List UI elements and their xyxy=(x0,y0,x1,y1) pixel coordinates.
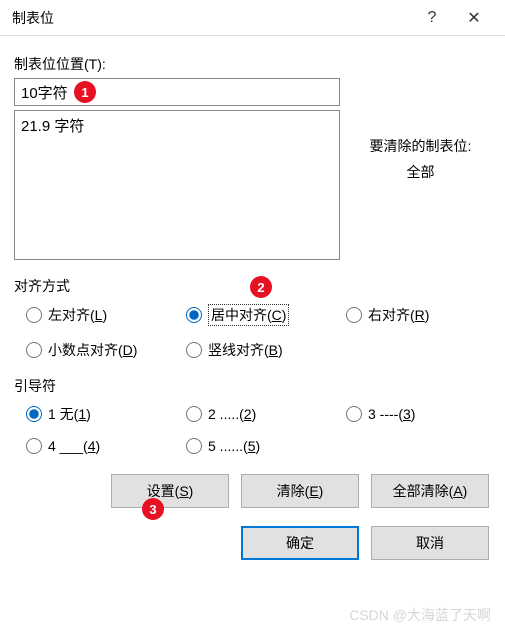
help-button[interactable]: ? xyxy=(411,3,453,33)
action-button-row: 设置(S) 清除(E) 全部清除(A) 3 xyxy=(14,474,491,508)
radio-label: 左对齐(L) xyxy=(48,305,107,325)
tab-position-input[interactable] xyxy=(14,78,340,106)
align-decimal-radio[interactable]: 小数点对齐(D) xyxy=(26,340,186,360)
radio-label: 4 ___(4) xyxy=(48,438,100,454)
leader-none-radio[interactable]: 1 无(1) xyxy=(26,404,186,424)
window-title: 制表位 xyxy=(12,8,411,28)
help-icon: ? xyxy=(428,9,437,27)
clear-hint-line2: 全部 xyxy=(407,162,435,182)
radio-label: 竖线对齐(B) xyxy=(208,340,283,360)
radio-label: 3 ----(3) xyxy=(368,406,415,422)
leader-underline-radio[interactable]: 4 ___(4) xyxy=(26,438,186,454)
radio-label: 右对齐(R) xyxy=(368,305,429,325)
set-button[interactable]: 设置(S) xyxy=(111,474,229,508)
close-icon: ✕ xyxy=(467,8,480,28)
leader-middots-radio[interactable]: 5 ......(5) xyxy=(186,438,346,454)
annotation-marker-3: 3 xyxy=(142,498,164,520)
close-button[interactable]: ✕ xyxy=(453,3,495,33)
dialog-button-row: 确定 取消 xyxy=(14,526,491,560)
align-center-radio[interactable]: 居中对齐(C) 2 xyxy=(186,304,346,326)
clear-hint-line1: 要清除的制表位: xyxy=(370,136,472,156)
leader-group: 1 无(1) 2 .....(2) 3 ----(3) 4 ___(4) 5 .… xyxy=(14,404,491,454)
alignment-group: 左对齐(L) 居中对齐(C) 2 右对齐(R) 小数点对齐(D) 竖线对齐(B) xyxy=(14,304,491,360)
leader-dots-radio[interactable]: 2 .....(2) xyxy=(186,404,346,424)
align-left-radio[interactable]: 左对齐(L) xyxy=(26,304,186,326)
titlebar: 制表位 ? ✕ xyxy=(0,0,505,36)
radio-label: 居中对齐(C) xyxy=(208,304,289,326)
align-right-radio[interactable]: 右对齐(R) xyxy=(346,304,505,326)
radio-label: 5 ......(5) xyxy=(208,438,260,454)
radio-label: 1 无(1) xyxy=(48,404,91,424)
annotation-marker-2: 2 xyxy=(250,276,272,298)
clear-button[interactable]: 清除(E) xyxy=(241,474,359,508)
leader-dashes-radio[interactable]: 3 ----(3) xyxy=(346,404,505,424)
position-label: 制表位位置(T): xyxy=(14,54,491,74)
cancel-button[interactable]: 取消 xyxy=(371,526,489,560)
annotation-marker-1: 1 xyxy=(74,81,96,103)
radio-label: 2 .....(2) xyxy=(208,406,256,422)
list-item[interactable]: 21.9 字符 xyxy=(21,115,333,136)
watermark: CSDN @大海蓝了天啊 xyxy=(349,605,491,625)
clear-all-button[interactable]: 全部清除(A) xyxy=(371,474,489,508)
ok-button[interactable]: 确定 xyxy=(241,526,359,560)
tab-position-list[interactable]: 21.9 字符 xyxy=(14,110,340,260)
leader-section-title: 引导符 xyxy=(14,376,491,396)
radio-label: 小数点对齐(D) xyxy=(48,340,137,360)
dialog-content: 制表位位置(T): 1 21.9 字符 要清除的制表位: 全部 对齐方式 左对齐… xyxy=(0,36,505,572)
align-bar-radio[interactable]: 竖线对齐(B) xyxy=(186,340,346,360)
clear-info: 要清除的制表位: 全部 xyxy=(350,78,491,260)
